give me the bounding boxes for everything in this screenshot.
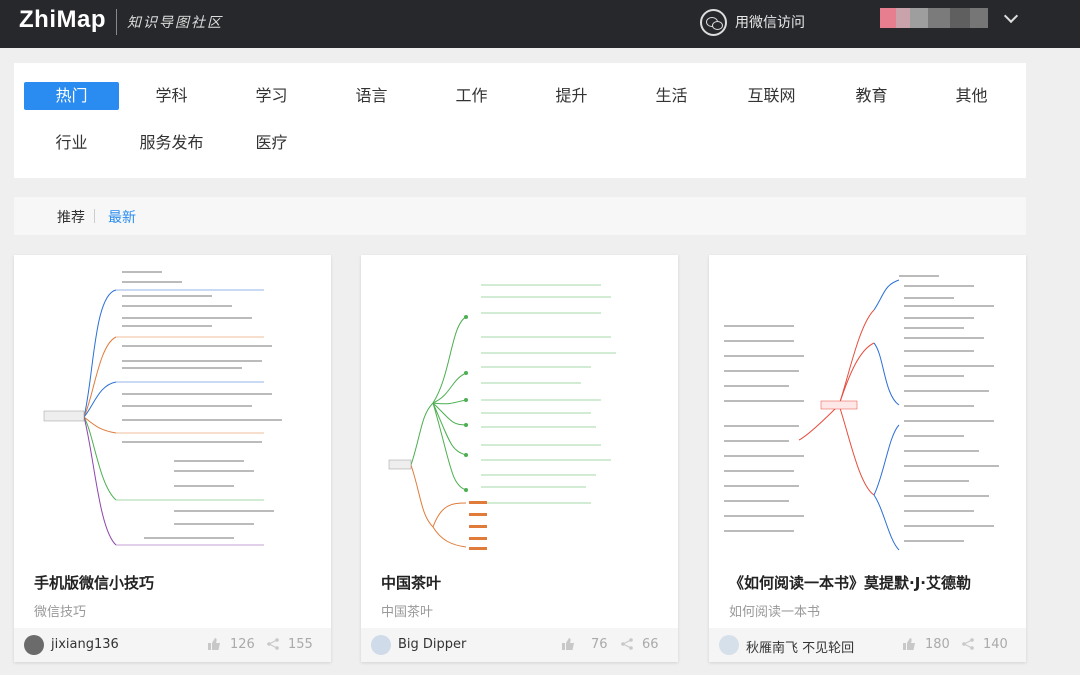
card-subtitle: 如何阅读一本书: [729, 605, 821, 620]
share-icon[interactable]: [621, 638, 633, 650]
mindmap-thumbnail: [361, 255, 678, 555]
sort-latest[interactable]: 最新: [108, 207, 136, 227]
tab-category[interactable]: 学科: [124, 82, 219, 110]
mindmap-card[interactable]: 《如何阅读一本书》莫提默·J·艾德勒 如何阅读一本书 秋雁南飞 不见轮回 180…: [709, 255, 1026, 662]
like-icon[interactable]: [902, 638, 916, 650]
tab-category[interactable]: 其他: [924, 82, 1019, 110]
chevron-down-icon[interactable]: [1003, 8, 1019, 24]
tab-category[interactable]: 热门: [24, 82, 119, 110]
wechat-login-label: 用微信访问: [735, 15, 805, 31]
tab-category[interactable]: 互联网: [724, 82, 819, 110]
card-author[interactable]: Big Dipper: [398, 637, 466, 652]
logo-tagline: 知识导图社区: [127, 15, 223, 31]
avatar[interactable]: [371, 635, 391, 655]
card-author[interactable]: 秋雁南飞 不见轮回: [746, 637, 854, 656]
card-author[interactable]: jixiang136: [51, 637, 119, 652]
like-icon[interactable]: [207, 638, 221, 650]
sort-divider: [94, 209, 95, 223]
card-title[interactable]: 《如何阅读一本书》莫提默·J·艾德勒: [729, 572, 971, 593]
mindmap-card[interactable]: 中国茶叶 中国茶叶 Big Dipper 76 66: [361, 255, 678, 662]
avatar[interactable]: [880, 8, 1000, 28]
card-title[interactable]: 中国茶叶: [381, 572, 441, 593]
share-count: 66: [642, 637, 659, 652]
like-count: 126: [230, 637, 255, 652]
share-count: 140: [983, 637, 1008, 652]
sort-recommended[interactable]: 推荐: [57, 207, 85, 227]
like-count: 180: [925, 637, 950, 652]
card-footer: Big Dipper 76 66: [361, 628, 678, 662]
tab-category[interactable]: 教育: [824, 82, 919, 110]
share-icon[interactable]: [962, 638, 974, 650]
tab-category[interactable]: 行业: [24, 129, 119, 157]
logo-divider: [116, 9, 117, 35]
mindmap-thumbnail: [709, 255, 1026, 555]
share-count: 155: [288, 637, 313, 652]
like-count: 76: [591, 637, 608, 652]
tab-category[interactable]: 生活: [624, 82, 719, 110]
tab-category[interactable]: 学习: [224, 82, 319, 110]
card-title[interactable]: 手机版微信小技巧: [34, 572, 154, 593]
wechat-login-button[interactable]: 用微信访问: [700, 8, 805, 36]
avatar[interactable]: [719, 635, 739, 655]
mindmap-thumbnail: [14, 255, 331, 555]
sort-bar: 推荐 最新: [14, 197, 1026, 235]
tab-category[interactable]: 语言: [324, 82, 419, 110]
tab-category[interactable]: 服务发布: [124, 129, 219, 157]
share-icon[interactable]: [267, 638, 279, 650]
avatar[interactable]: [24, 635, 44, 655]
mindmap-card[interactable]: 手机版微信小技巧 微信技巧 jixiang136 126 155: [14, 255, 331, 662]
tab-category[interactable]: 医疗: [224, 129, 319, 157]
card-footer: 秋雁南飞 不见轮回 180 140: [709, 628, 1026, 662]
tab-category[interactable]: 提升: [524, 82, 619, 110]
like-icon[interactable]: [561, 638, 575, 650]
tab-category[interactable]: 工作: [424, 82, 519, 110]
card-subtitle: 中国茶叶: [381, 605, 434, 620]
logo[interactable]: ZhiMap: [19, 6, 106, 34]
category-panel: 热门 学科 学习 语言 工作 提升 生活 互联网 教育 其他行业 服务发布 医疗: [14, 63, 1026, 178]
top-navbar: ZhiMap 知识导图社区 用微信访问: [0, 0, 1080, 48]
wechat-icon: [700, 8, 727, 36]
card-footer: jixiang136 126 155: [14, 628, 331, 662]
card-subtitle: 微信技巧: [34, 605, 87, 620]
